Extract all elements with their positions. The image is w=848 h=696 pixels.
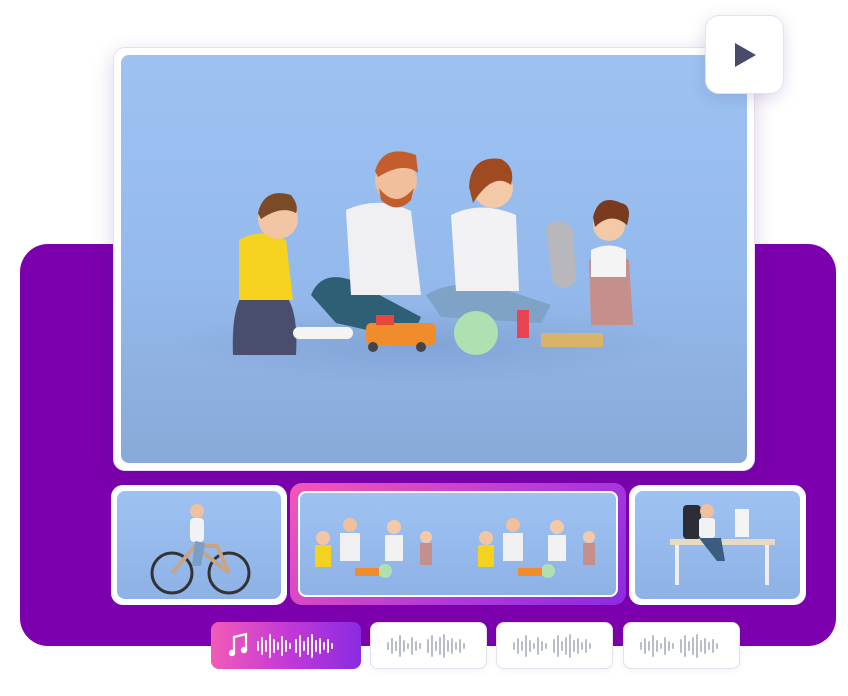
waveform-icon [639,633,718,658]
play-button[interactable] [705,15,784,94]
clip-thumbnail-bicycle[interactable] [111,485,287,605]
family-group-left [315,518,432,578]
dad-figure [311,151,421,340]
bicycle-scene-image [117,491,281,599]
video-preview[interactable] [113,47,755,471]
boy-figure [232,193,298,355]
clip-thumbnail-family[interactable] [290,483,626,605]
family-scene-thumbnail [298,491,618,597]
audio-track-2[interactable] [370,622,487,669]
desk-scene-image [635,491,800,599]
girl-figure [546,200,633,325]
family-scene-image [121,55,747,463]
music-waveform-icon [228,632,333,658]
waveform-icon [512,633,591,658]
mom-figure [426,158,551,323]
clip-thumbnail-desk[interactable] [629,485,806,605]
waveform-icon [386,633,465,658]
play-icon [734,42,756,67]
audio-track-4[interactable] [623,622,740,669]
audio-track-3[interactable] [496,622,613,669]
family-group-right [478,518,595,578]
audio-track-active[interactable] [211,622,361,669]
